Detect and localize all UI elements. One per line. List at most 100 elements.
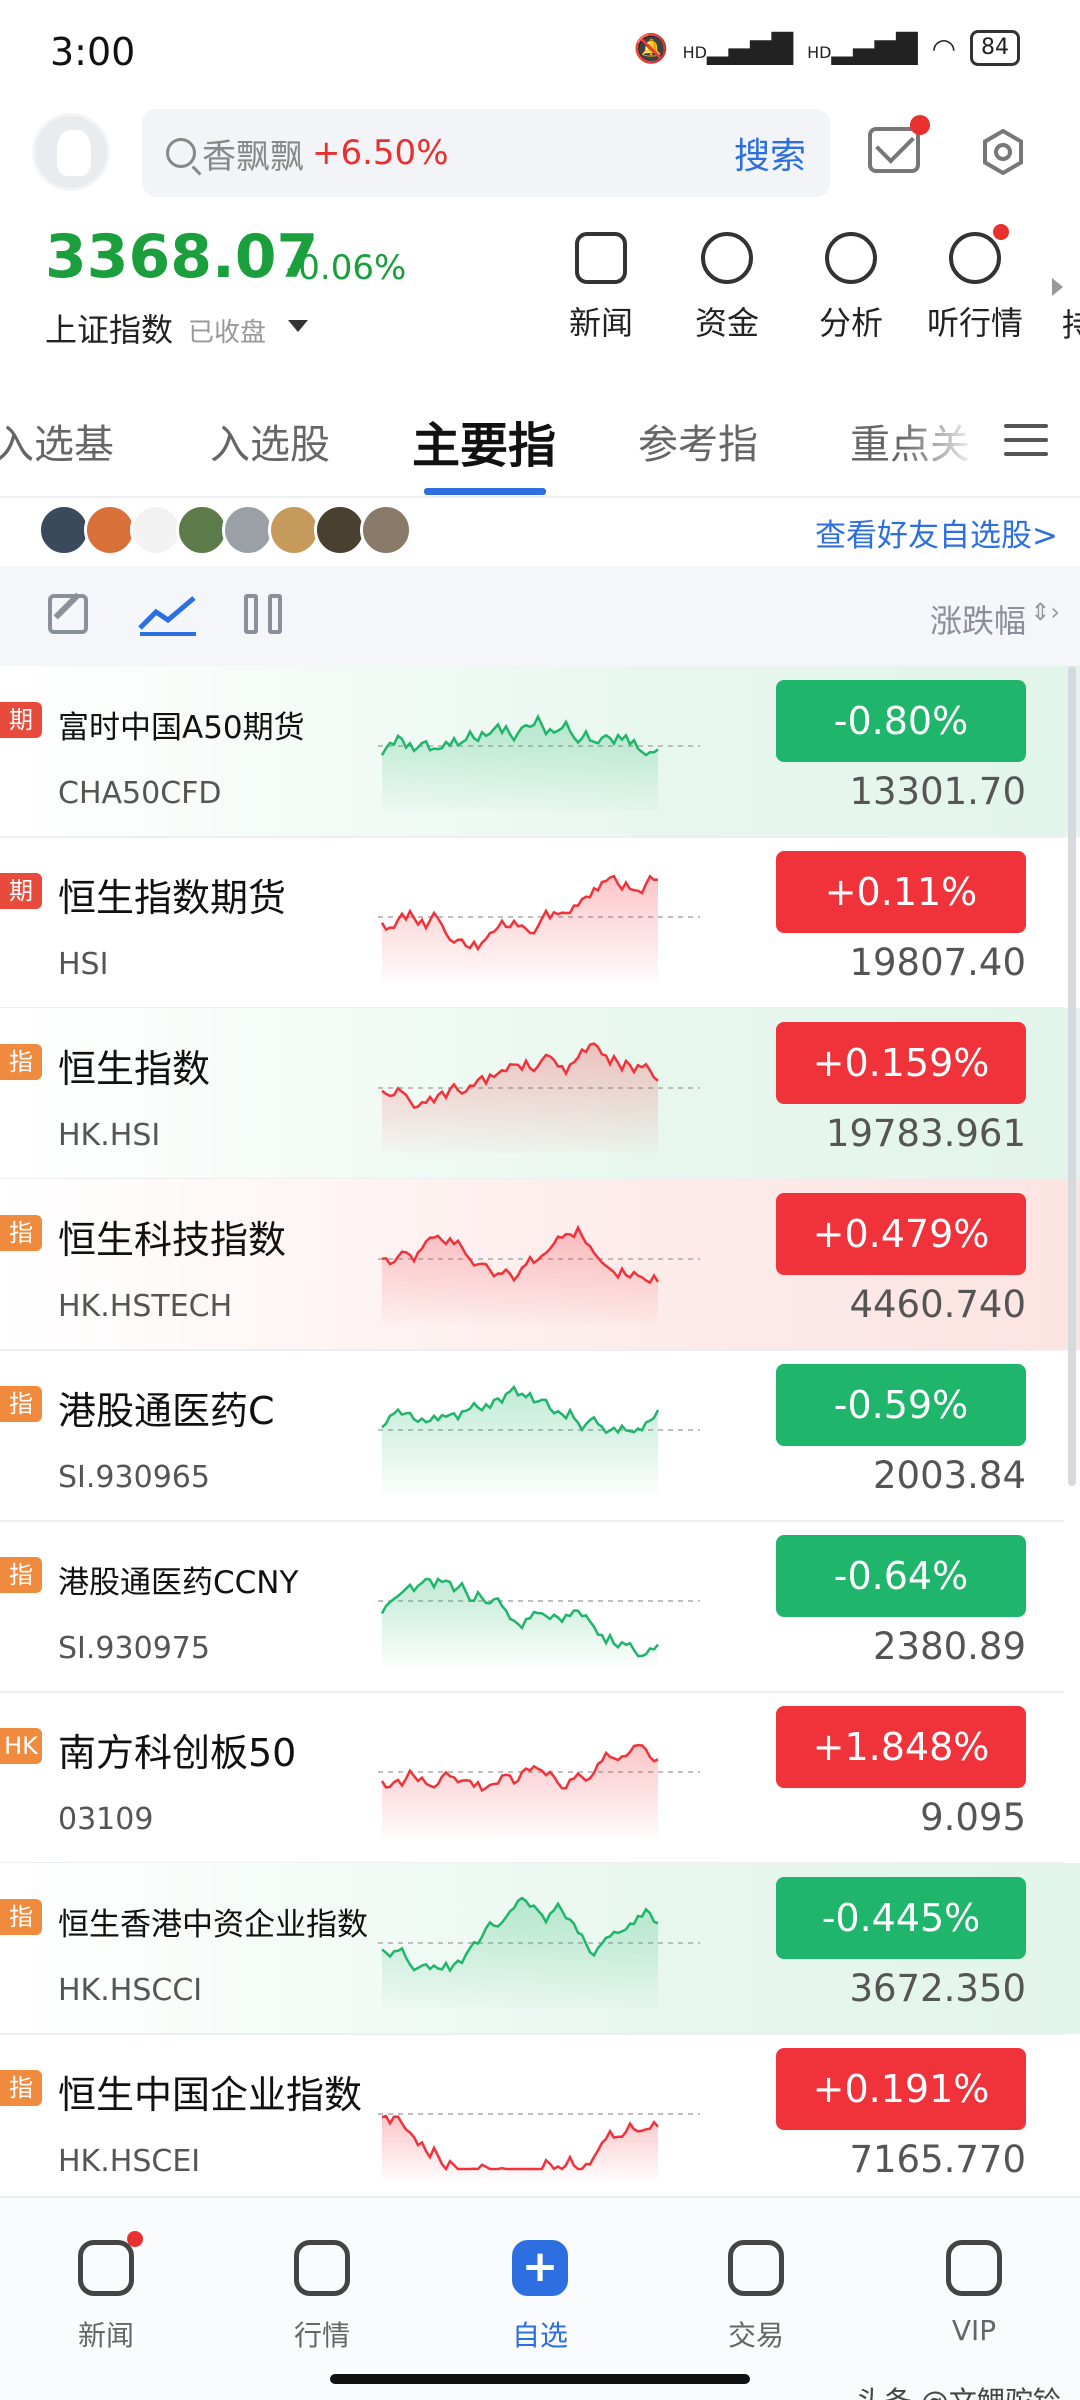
line-chart-icon[interactable] <box>138 592 198 636</box>
sparkline <box>378 1224 700 1324</box>
security-code: SI.930965 <box>58 1460 210 1495</box>
nav-market[interactable]: 行情 <box>252 2240 392 2354</box>
nav-vip-label: VIP <box>951 2314 997 2347</box>
change-pill[interactable]: +0.191% <box>776 2048 1026 2130</box>
index-status: 已收盘 <box>188 318 267 348</box>
watchlist-tabs: 入选基 入选股 主要指 参考指 重点关 <box>0 400 1080 500</box>
sparkline <box>378 1743 700 1837</box>
quick-cut-label[interactable]: 持 <box>1062 300 1080 346</box>
quick-listen[interactable]: 听行情 <box>920 224 1030 344</box>
quick-fund-label: 资金 <box>694 304 759 342</box>
sort-arrows-icon[interactable]: ⇕› <box>1030 598 1060 626</box>
nav-trade-label: 交易 <box>727 2319 784 2352</box>
last-price: 19807.40 <box>849 941 1026 984</box>
exchange-icon <box>728 2240 784 2296</box>
security-code: HK.HSCCI <box>58 1973 203 2008</box>
friend-avatars[interactable] <box>38 504 412 560</box>
security-name: 恒生香港中资企业指数 <box>58 1907 368 1943</box>
security-code: HK.HSI <box>58 1118 161 1153</box>
sparkline <box>378 1042 700 1153</box>
market-tag: 期 <box>0 873 42 909</box>
chevron-down-icon[interactable] <box>288 320 308 332</box>
quick-news[interactable]: 新闻 <box>546 232 656 344</box>
security-code: HK.HSTECH <box>58 1289 233 1324</box>
battery-icon: 84 <box>970 30 1020 66</box>
watchlist-row[interactable]: HK 南方科创板50 03109 +1.848% 9.095 <box>0 1692 1080 1863</box>
index-change: -0.06% <box>286 248 407 288</box>
change-pill[interactable]: -0.64% <box>776 1535 1026 1617</box>
last-price: 9.095 <box>920 1796 1026 1839</box>
more-arrow-icon[interactable] <box>1052 278 1063 296</box>
change-pill[interactable]: +0.479% <box>776 1193 1026 1275</box>
tab-selected-stocks[interactable]: 入选股 <box>210 412 330 470</box>
security-name: 富时中国A50期货 <box>58 710 305 746</box>
signal-icon-2: HD▂▄▆█ <box>807 31 918 65</box>
watchlist-row[interactable]: 指恒生科技指数 HK.HSTECH +0.479% 4460.740 <box>0 1179 1080 1350</box>
watchlist-row[interactable]: 指恒生中国企业指数 HK.HSCEI +0.191% 7165.770 <box>0 2034 1080 2205</box>
view-friends-watchlist-link[interactable]: 查看好友自选股> <box>815 510 1058 555</box>
sort-change-button[interactable]: 涨跌幅 <box>930 596 1026 642</box>
nav-watchlist[interactable]: 自选 <box>470 2240 610 2354</box>
tab-reference-indices[interactable]: 参考指 <box>638 412 758 470</box>
list-toolbar: 涨跌幅 ⇕› <box>0 566 1080 666</box>
settings-icon[interactable] <box>980 129 1026 175</box>
index-value[interactable]: 3368.07 <box>45 222 318 292</box>
security-code: HK.HSCEI <box>58 2144 201 2179</box>
home-indicator[interactable] <box>330 2374 750 2384</box>
security-name: 恒生中国企业指数 <box>58 2073 363 2117</box>
notification-dot <box>127 2231 143 2247</box>
security-name: 恒生科技指数 <box>58 1218 287 1262</box>
friend-avatar <box>38 504 90 556</box>
tab-major-indices[interactable]: 主要指 <box>412 406 556 476</box>
news-icon <box>575 232 627 284</box>
last-price: 2003.84 <box>872 1454 1026 1497</box>
quick-analysis[interactable]: 分析 <box>796 232 906 344</box>
change-pill[interactable]: +1.848% <box>776 1706 1026 1788</box>
quick-fund[interactable]: 资金 <box>672 232 782 344</box>
status-time: 3:00 <box>50 30 136 74</box>
nav-news[interactable]: 新闻 <box>36 2231 176 2354</box>
search-bar[interactable]: 香飘飘 +6.50% 搜索 <box>142 109 830 197</box>
analysis-icon <box>825 232 877 284</box>
security-code: SI.930975 <box>58 1631 210 1666</box>
header: 香飘飘 +6.50% 搜索 <box>0 105 1080 205</box>
watchlist-row[interactable]: 指恒生香港中资企业指数 HK.HSCCI -0.445% 3672.350 <box>0 1863 1080 2034</box>
change-pill[interactable]: -0.80% <box>776 680 1026 762</box>
last-price: 3672.350 <box>849 1967 1026 2010</box>
change-pill[interactable]: +0.159% <box>776 1022 1026 1104</box>
market-tag: HK <box>0 1728 42 1764</box>
divider <box>0 496 1080 498</box>
search-button[interactable]: 搜索 <box>734 127 806 179</box>
search-icon <box>166 138 196 168</box>
security-name: 港股通医药C <box>58 1389 275 1433</box>
security-code: CHA50CFD <box>58 776 222 811</box>
avatar[interactable] <box>32 113 110 191</box>
change-pill[interactable]: -0.445% <box>776 1877 1026 1959</box>
watchlist-row[interactable]: 指港股通医药C SI.930965 -0.59% 2003.84 <box>0 1350 1080 1521</box>
menu-icon[interactable] <box>1004 424 1048 460</box>
friend-avatar <box>130 504 182 556</box>
change-pill[interactable]: -0.59% <box>776 1364 1026 1446</box>
change-pill[interactable]: +0.11% <box>776 851 1026 933</box>
wifi-icon: ◠ <box>931 31 956 65</box>
tab-selected-funds[interactable]: 入选基 <box>0 412 114 470</box>
market-tag: 指 <box>0 1386 42 1422</box>
scrollbar[interactable] <box>1068 666 1076 1486</box>
columns-icon[interactable] <box>244 594 284 634</box>
market-tag: 指 <box>0 2070 42 2106</box>
edit-icon[interactable] <box>48 594 88 634</box>
market-tag: 期 <box>0 702 42 738</box>
market-tag: 指 <box>0 1215 42 1251</box>
message-icon[interactable] <box>868 115 930 173</box>
sparkline <box>378 713 700 811</box>
nav-trade[interactable]: 交易 <box>686 2240 826 2354</box>
nav-vip[interactable]: VIP <box>904 2240 1044 2347</box>
watchlist-row[interactable]: 指港股通医药CCNY SI.930975 -0.64% 2380.89 <box>0 1521 1080 1692</box>
watchlist-row[interactable]: 指恒生指数 HK.HSI +0.159% 19783.961 <box>0 1008 1080 1179</box>
status-bar: 3:00 🔕 HD▂▄▆█ HD▂▄▆█ ◠ 84 <box>0 0 1080 105</box>
watchlist-row[interactable]: 期富时中国A50期货 CHA50CFD -0.80% 13301.70 <box>0 666 1080 837</box>
security-name: 港股通医药CCNY <box>58 1565 299 1601</box>
index-name[interactable]: 上证指数 <box>45 305 173 351</box>
watchlist-row[interactable]: 期恒生指数期货 HSI +0.11% 19807.40 <box>0 837 1080 1008</box>
last-price: 13301.70 <box>849 770 1026 813</box>
